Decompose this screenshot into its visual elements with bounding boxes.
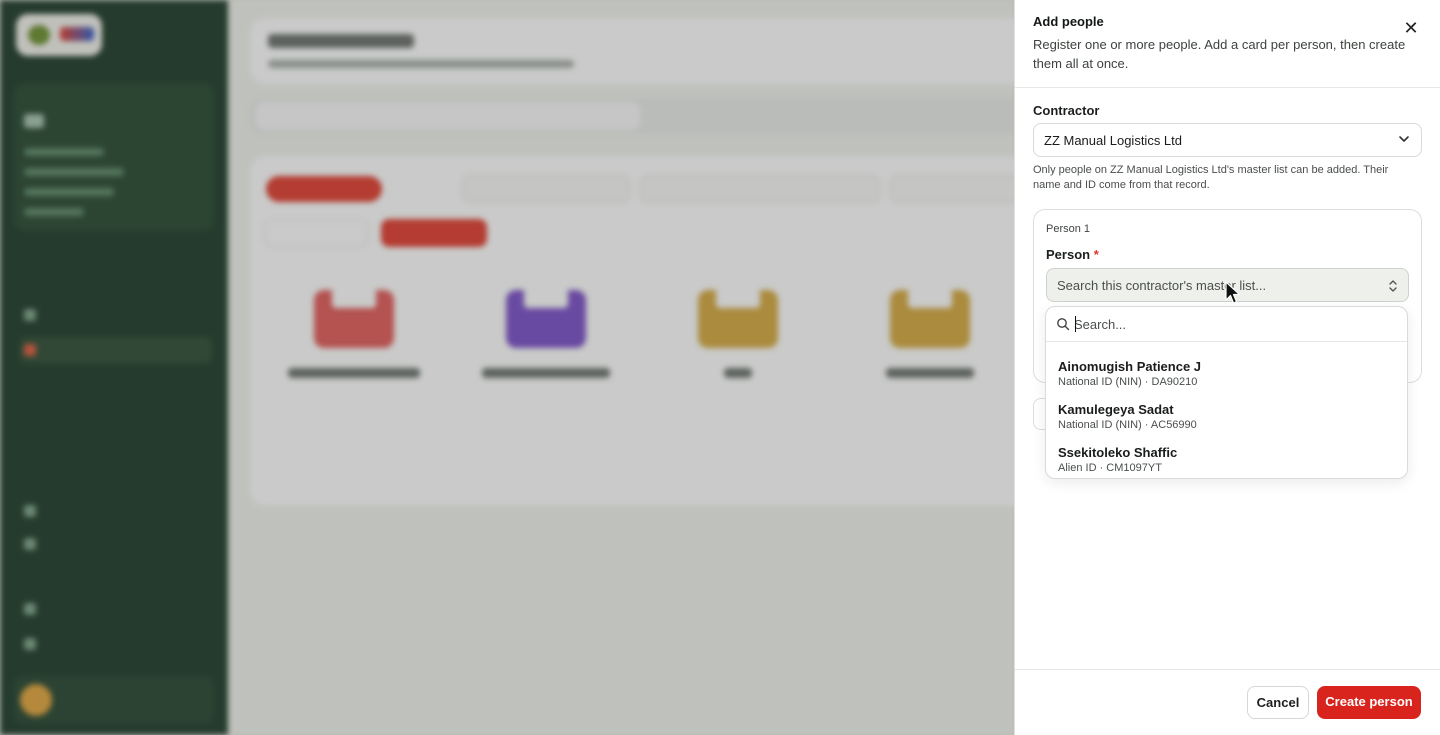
person-option-id: National ID (NIN) · DA90210 [1058,376,1198,388]
close-icon[interactable]: ✕ [1401,18,1421,38]
person-option[interactable]: Ssekitoleko Shaffic Alien ID · CM1097YT [1047,437,1406,479]
modal-overlay[interactable] [0,0,1014,735]
dropdown-search [1046,307,1407,342]
divider [1015,669,1440,670]
mouse-cursor-icon [1225,281,1241,304]
contractor-label: Contractor [1033,103,1100,118]
person-field-label: Person * [1046,247,1099,262]
drawer-title: Add people [1033,14,1104,29]
contractor-select-value: ZZ Manual Logistics Ltd [1044,133,1183,148]
chevron-up-down-icon [1389,280,1397,292]
drawer-description: Register one or more people. Add a card … [1033,37,1406,71]
person-option-name: Ssekitoleko Shaffic [1058,445,1178,460]
person-option-id: National ID (NIN) · AC56990 [1058,419,1197,431]
search-icon [1057,318,1070,331]
contractor-select[interactable]: ZZ Manual Logistics Ltd [1033,123,1422,157]
person-label-text: Person [1046,247,1091,262]
required-mark: * [1093,247,1099,262]
chevron-down-icon [1399,136,1409,142]
dropdown-search-input[interactable] [1074,314,1394,334]
person-option-id: Alien ID · CM1097YT [1058,462,1162,474]
person-dropdown: Ainomugish Patience J National ID (NIN) … [1045,306,1408,479]
person-option[interactable]: Kamulegeya Sadat National ID (NIN) · AC5… [1047,394,1406,436]
divider [1015,87,1440,88]
person-card-title: Person 1 [1046,223,1091,235]
person-option-name: Kamulegeya Sadat [1058,402,1174,417]
person-option-name: Ainomugish Patience J [1058,359,1202,374]
person-option[interactable]: Ainomugish Patience J National ID (NIN) … [1047,351,1406,393]
cancel-button[interactable]: Cancel [1247,686,1309,719]
contractor-help-text: Only people on ZZ Manual Logistics Ltd's… [1033,164,1389,191]
create-person-button[interactable]: Create person [1317,686,1421,719]
text-caret [1075,316,1076,332]
